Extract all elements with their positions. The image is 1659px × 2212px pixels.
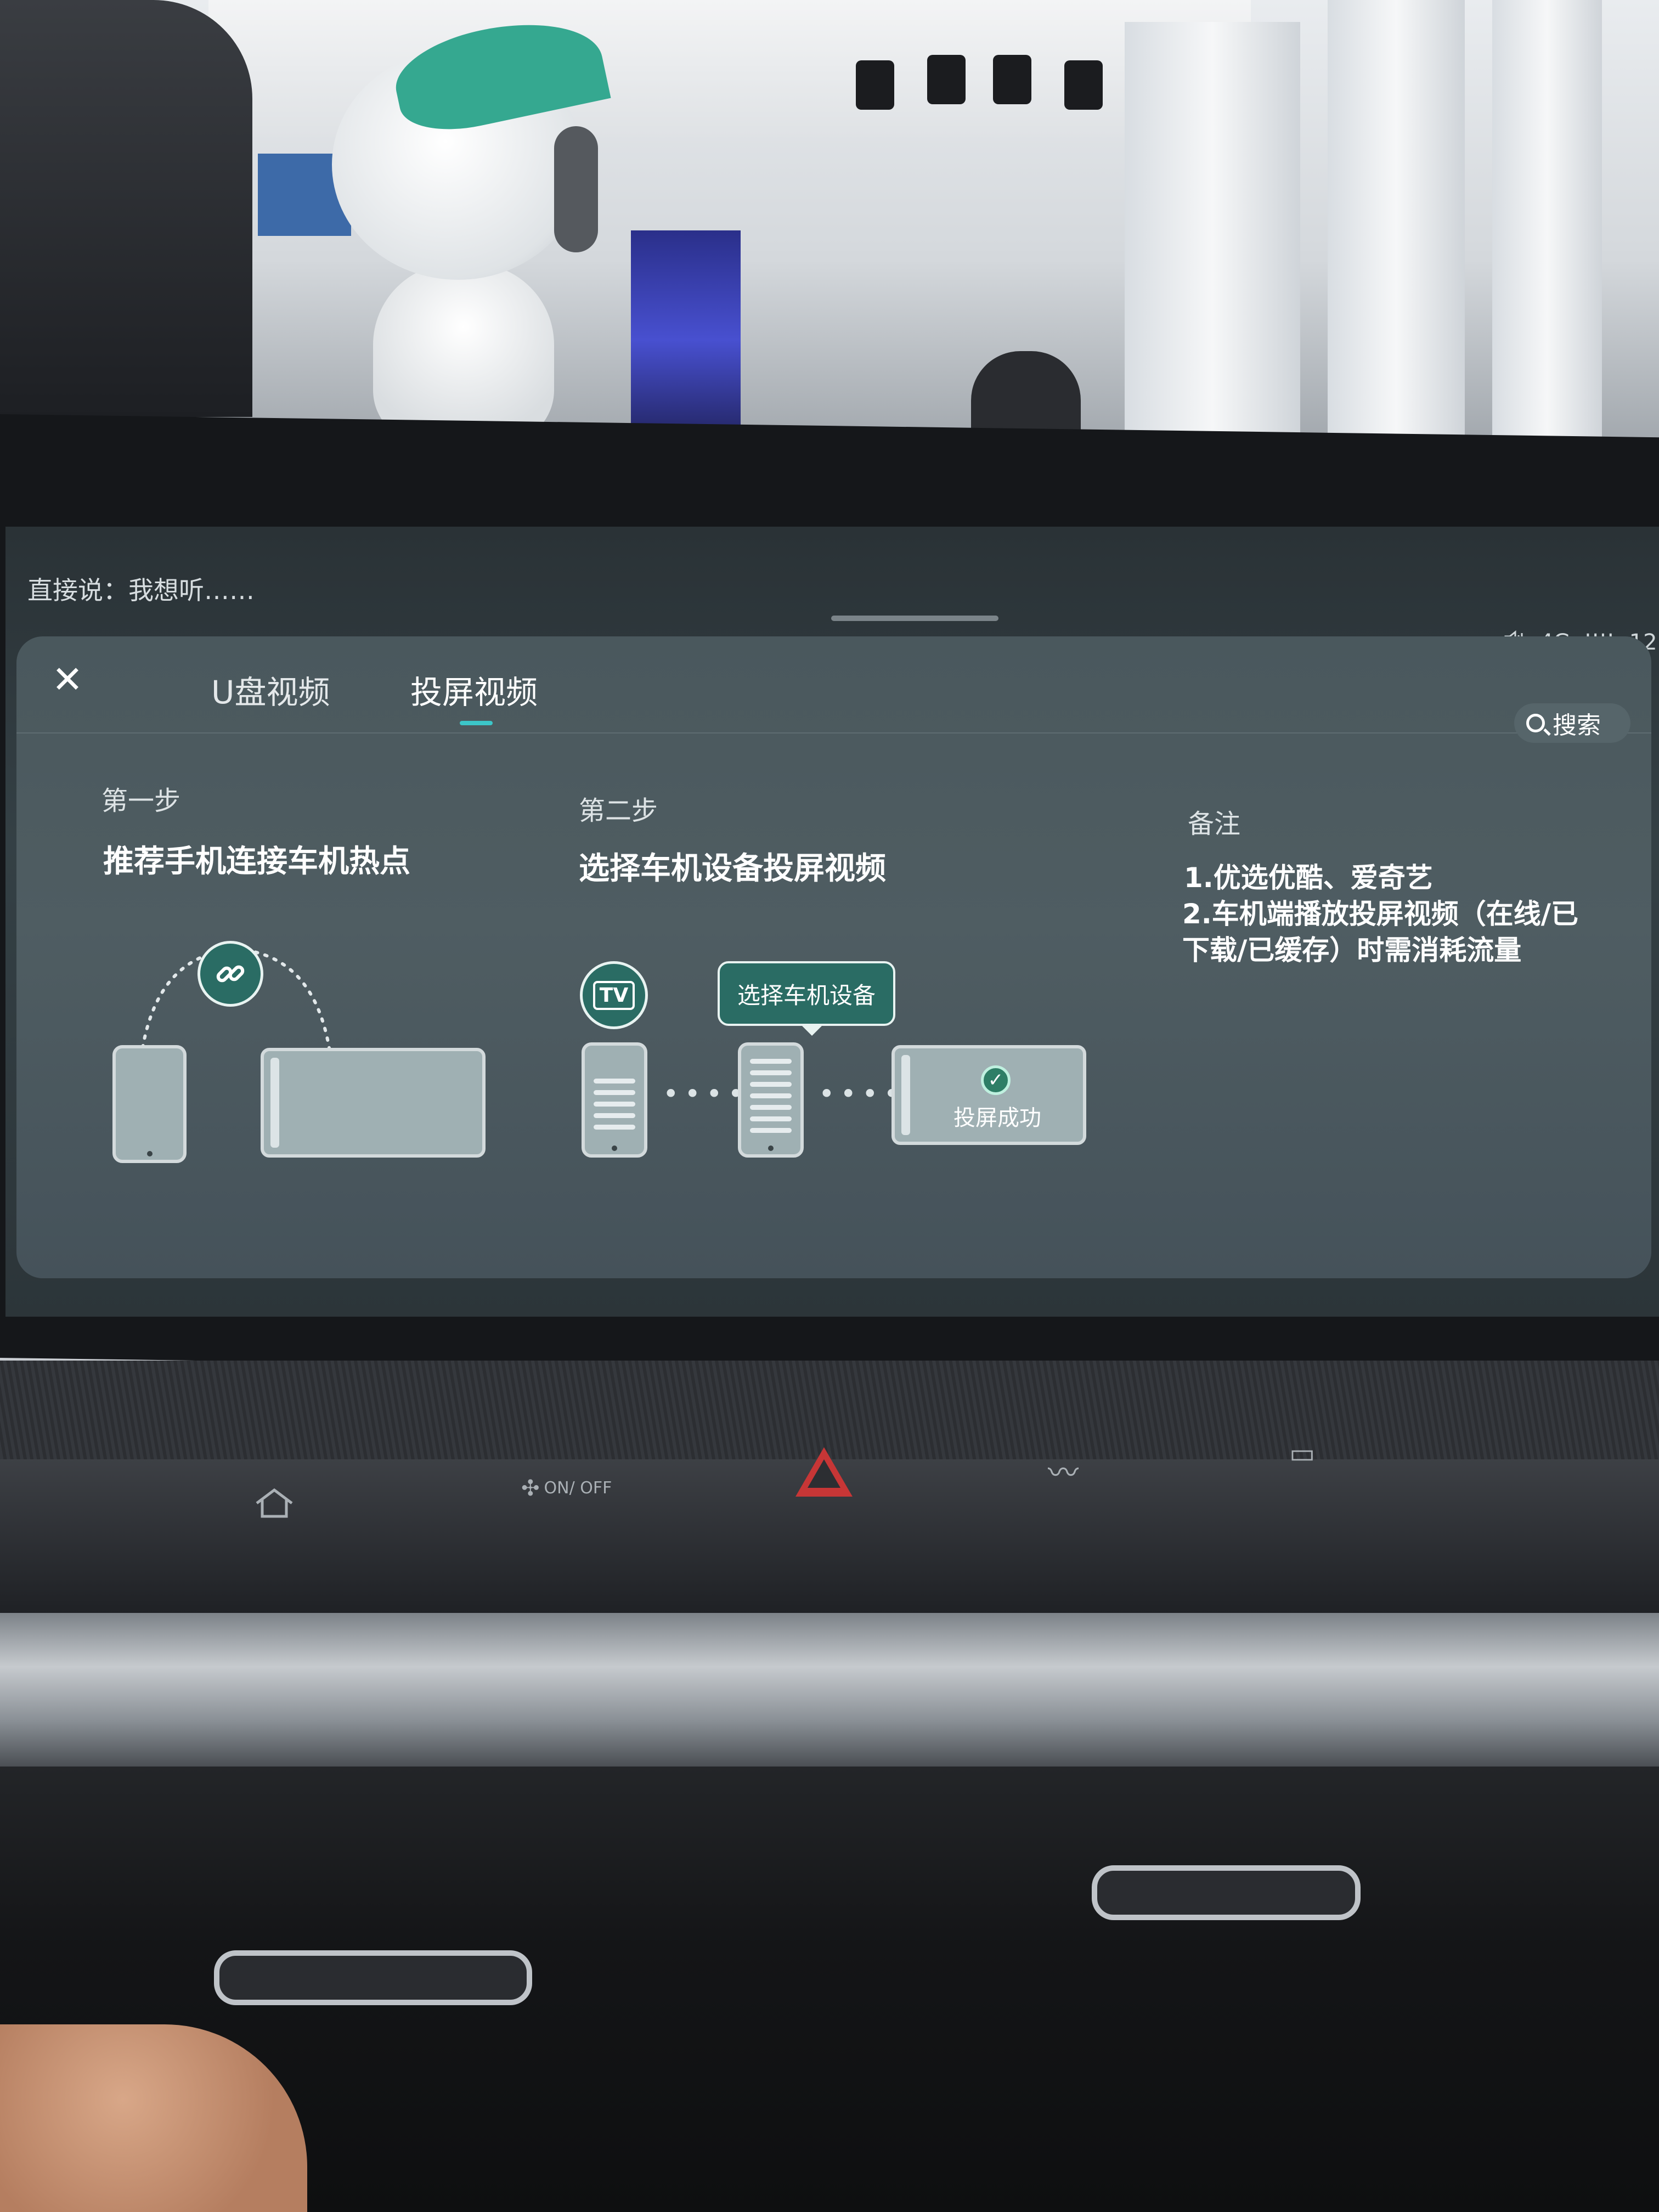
step1-title: 推荐手机连接车机热点 <box>103 844 410 879</box>
mascot-ear <box>554 126 598 252</box>
tab-screen-cast-video[interactable]: 投屏视频 <box>410 667 538 713</box>
search-button[interactable]: 搜索 <box>1514 703 1630 743</box>
pillar <box>1125 22 1300 472</box>
note-line-3: 下载/已缓存）时需消耗流量 <box>1182 934 1522 966</box>
home-icon[interactable] <box>252 1487 296 1525</box>
fan-toggle-button[interactable]: ✣ ON/ OFF <box>521 1476 612 1501</box>
search-label: 搜索 <box>1553 712 1601 740</box>
close-icon[interactable]: ✕ <box>48 661 87 699</box>
phone-device-list-illustration <box>738 1042 804 1158</box>
phone-with-video-illustration <box>582 1042 647 1158</box>
spotlight <box>993 55 1031 104</box>
note-line-2: 2.车机端播放投屏视频（在线/已 <box>1182 898 1579 930</box>
step1-label: 第一步 <box>101 786 181 816</box>
pull-down-handle[interactable] <box>831 616 998 621</box>
air-vent[interactable] <box>1092 1865 1361 1920</box>
visitor-person <box>0 0 252 417</box>
pillar <box>1492 0 1602 472</box>
rear-defrost-icon[interactable]: ▭ <box>1289 1437 1315 1469</box>
front-defrost-icon[interactable]: 〰 <box>1048 1448 1079 1493</box>
fan-toggle-label: ON/ OFF <box>544 1479 612 1498</box>
mascot-body <box>373 263 554 444</box>
voice-hint: 直接说：我想听…… <box>27 575 255 605</box>
background-booth <box>631 230 741 450</box>
header-divider <box>16 732 1651 733</box>
spotlight <box>927 55 966 104</box>
cast-success-label: 投屏成功 <box>953 1105 1041 1131</box>
tv-icon: TV <box>580 961 648 1029</box>
active-tab-indicator <box>460 721 493 725</box>
note-line-1: 1.优选优酷、爱奇艺 <box>1184 862 1433 894</box>
tab-usb-video[interactable]: U盘视频 <box>211 667 330 713</box>
phone-illustration <box>112 1045 187 1163</box>
hazard-icon[interactable] <box>795 1447 853 1497</box>
car-screen-illustration <box>261 1048 486 1158</box>
notes-label: 备注 <box>1188 809 1241 839</box>
pillar <box>1328 0 1465 472</box>
step2-title: 选择车机设备投屏视频 <box>579 851 886 887</box>
link-icon <box>198 941 263 1007</box>
check-icon: ✓ <box>981 1065 1011 1095</box>
select-device-bubble: 选择车机设备 <box>718 961 895 1036</box>
chrome-trim <box>0 1613 1659 1767</box>
spotlight <box>856 60 894 110</box>
spotlight <box>1064 60 1103 110</box>
fan-icon: ✣ <box>521 1476 540 1501</box>
search-icon <box>1526 714 1545 732</box>
air-vent[interactable] <box>214 1950 532 2005</box>
tv-icon-label: TV <box>592 980 635 1010</box>
step2-label: 第二步 <box>579 795 658 826</box>
